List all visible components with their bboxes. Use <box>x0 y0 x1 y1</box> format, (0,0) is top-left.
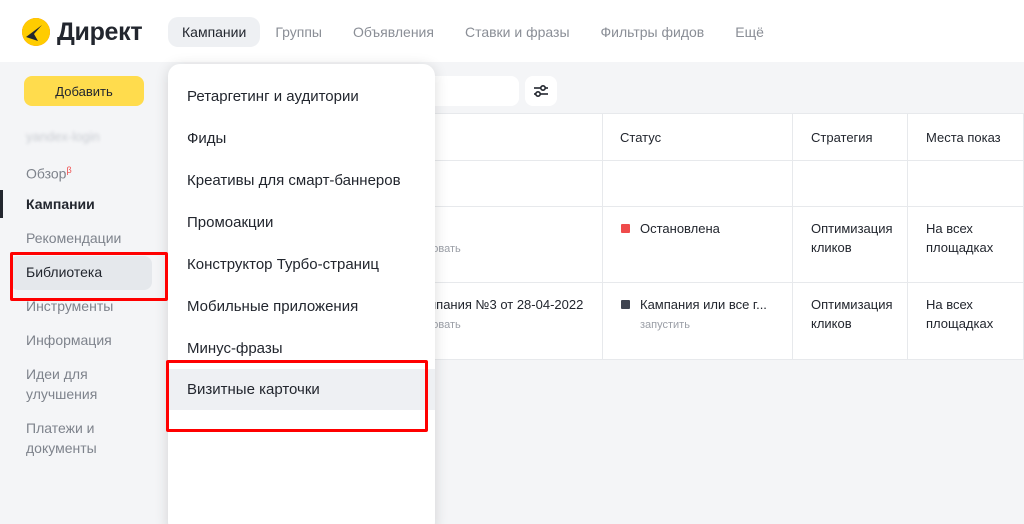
menu-item-smart-banner-creatives[interactable]: Креативы для смарт-баннеров <box>168 160 435 201</box>
campaign-strategy-line2: кликов <box>811 240 852 255</box>
tab-feed-filters[interactable]: Фильтры фидов <box>601 17 705 47</box>
filter-settings-button[interactable] <box>525 76 557 106</box>
column-header-status[interactable]: Статус <box>620 114 661 161</box>
campaign-status: Остановлена <box>640 221 720 236</box>
tab-groups[interactable]: Группы <box>275 17 322 47</box>
direct-logo[interactable]: Директ <box>22 16 143 48</box>
active-item-marker <box>0 190 3 218</box>
logo-text: Директ <box>57 17 143 46</box>
campaign-placement-line1: На всех <box>926 221 973 236</box>
sidebar-item-campaigns[interactable]: Кампании <box>26 194 95 214</box>
menu-item-turbo-pages-builder[interactable]: Конструктор Турбо-страниц <box>168 244 435 285</box>
menu-item-negative-keywords[interactable]: Минус-фразы <box>168 328 435 369</box>
column-divider <box>907 114 908 360</box>
row-divider <box>420 206 1024 207</box>
sidebar-item-improvement-ideas[interactable]: Идеи для улучшения <box>26 364 126 404</box>
sliders-icon <box>534 84 548 98</box>
status-stopped-icon <box>621 224 630 233</box>
tab-more[interactable]: Ещё <box>735 17 764 47</box>
campaign-launch-link[interactable]: запустить <box>640 316 690 335</box>
add-button[interactable]: Добавить <box>24 76 144 106</box>
row-divider <box>420 160 1024 161</box>
campaign-strategy-line2: кликов <box>811 316 852 331</box>
tab-campaigns[interactable]: Кампании <box>168 17 261 47</box>
column-header-strategy[interactable]: Стратегия <box>811 114 873 161</box>
campaign-strategy-line1: Оптимизация <box>811 221 893 236</box>
menu-item-business-cards[interactable]: Визитные карточки <box>168 369 435 410</box>
status-draft-icon <box>621 300 630 309</box>
sidebar-item-recommendations[interactable]: Рекомендации <box>26 228 121 248</box>
campaign-strategy-line1: Оптимизация <box>811 297 893 312</box>
sidebar-item-tools[interactable]: Инструменты <box>26 296 113 316</box>
campaign-placement-line2: площадках <box>926 316 994 331</box>
yandex-direct-logo-icon <box>22 18 50 46</box>
sidebar-item-information[interactable]: Информация <box>26 330 112 350</box>
header: Директ Кампании Группы Объявления Ставки… <box>0 0 1024 62</box>
top-navigation: Кампании Группы Объявления Ставки и фраз… <box>168 17 795 47</box>
campaign-status: Кампания или все г... <box>640 297 767 312</box>
tab-ads[interactable]: Объявления <box>353 17 434 47</box>
sidebar-item-overview[interactable]: Обзорβ <box>26 160 72 184</box>
campaigns-table: Статус Стратегия Места показ ировать Ост… <box>420 113 1024 360</box>
sidebar-item-payments-and-documents[interactable]: Платежи и документы <box>26 418 126 458</box>
sidebar-item-library[interactable]: Библиотека <box>26 262 102 282</box>
menu-item-mobile-apps[interactable]: Мобильные приложения <box>168 286 435 327</box>
menu-item-retargeting-audiences[interactable]: Ретаргетинг и аудитории <box>168 76 435 117</box>
column-divider <box>792 114 793 360</box>
sidebar-item-label: Обзор <box>26 165 67 182</box>
menu-item-feeds[interactable]: Фиды <box>168 118 435 159</box>
campaign-placement-line1: На всех <box>926 297 973 312</box>
campaign-name[interactable]: ампания №3 от 28-04-2022 <box>420 295 600 314</box>
beta-badge: β <box>66 165 72 175</box>
account-login[interactable]: yandex-login <box>26 129 100 144</box>
menu-item-promotions[interactable]: Промоакции <box>168 202 435 243</box>
row-divider <box>420 359 1024 360</box>
library-dropdown-menu: Ретаргетинг и аудитории Фиды Креативы дл… <box>168 64 435 524</box>
column-divider <box>602 114 603 360</box>
sidebar: Добавить yandex-login Обзорβ Кампании Ре… <box>0 62 168 524</box>
campaign-placement-line2: площадках <box>926 240 994 255</box>
tab-bids-and-phrases[interactable]: Ставки и фразы <box>465 17 570 47</box>
column-header-placement[interactable]: Места показ <box>926 114 1024 161</box>
row-divider <box>420 282 1024 283</box>
